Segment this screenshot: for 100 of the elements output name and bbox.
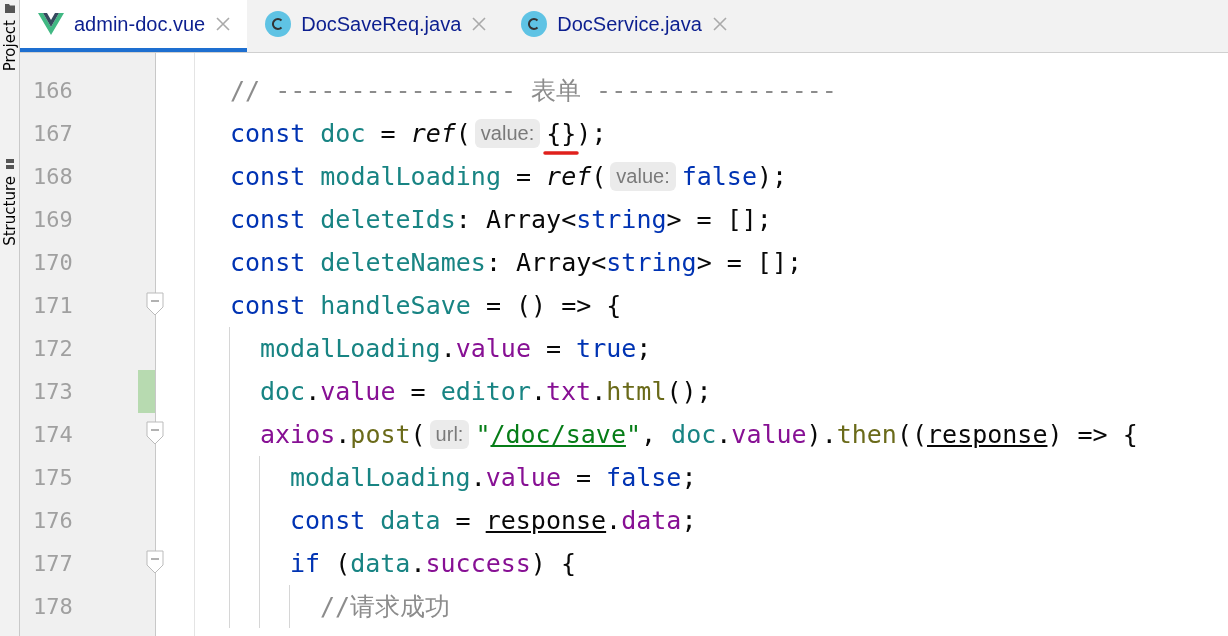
- structure-icon: [3, 158, 16, 170]
- code-token: true: [576, 334, 637, 363]
- line-number: 177: [33, 551, 73, 576]
- fold-icon[interactable]: [146, 292, 164, 316]
- code-token: .: [470, 463, 486, 492]
- code-token: .: [716, 420, 732, 449]
- line-number: 169: [33, 207, 73, 232]
- code-token: txt: [546, 377, 592, 406]
- tool-window-tab[interactable]: Project: [0, 2, 19, 72]
- code-token: axios: [260, 420, 336, 449]
- code-token: const: [230, 291, 307, 320]
- code-token: doc: [260, 377, 306, 406]
- code-token: .: [440, 334, 456, 363]
- code-token: (: [334, 549, 351, 578]
- code-token: .: [530, 377, 546, 406]
- code-token: ": [625, 420, 641, 449]
- code-token: value: [485, 463, 561, 492]
- code-token: deleteNames: [320, 248, 486, 277]
- code-token: then: [836, 420, 897, 449]
- code-token: = () => {: [484, 291, 622, 320]
- code-token: ) {: [530, 549, 576, 578]
- code-token: false: [681, 162, 757, 191]
- code-token: ;: [681, 506, 697, 535]
- code-token: doc: [320, 119, 366, 148]
- code-token: ;: [636, 334, 652, 363]
- code-token: post: [350, 420, 411, 449]
- code-token: data: [621, 506, 682, 535]
- close-icon[interactable]: [711, 16, 728, 32]
- code-token: > = [];: [666, 205, 772, 234]
- code-token: .: [410, 549, 426, 578]
- code-token: ,: [641, 420, 658, 449]
- editor-tab[interactable]: DocService.java: [503, 0, 744, 52]
- error-underline: [543, 150, 580, 156]
- code-token: //请求成功: [320, 591, 451, 623]
- code-token: // ---------------- 表单 ----------------: [230, 75, 837, 107]
- close-icon[interactable]: [471, 16, 488, 32]
- code-token: {}: [546, 119, 577, 148]
- code-token: ((: [896, 420, 928, 449]
- code-token: =: [575, 463, 593, 492]
- code-token: editor: [440, 377, 531, 406]
- code-token: modalLoading: [320, 162, 501, 191]
- code-token: const: [230, 248, 307, 277]
- close-icon[interactable]: [215, 16, 232, 32]
- code-token: value: [731, 420, 807, 449]
- line-number: 168: [33, 164, 73, 189]
- code-token: =: [379, 119, 397, 148]
- parameter-hint: value:: [610, 162, 676, 191]
- code-token: /doc/save: [490, 420, 626, 449]
- code-token: .: [606, 506, 622, 535]
- code-token: ": [475, 420, 491, 449]
- code-token: const: [230, 119, 307, 148]
- editor-tab[interactable]: DocSaveReq.java: [247, 0, 504, 52]
- line-number: 167: [33, 121, 73, 146]
- code-token: modalLoading: [260, 334, 441, 363]
- code-token: deleteIds: [320, 205, 456, 234]
- code-token: : Array<: [485, 248, 607, 277]
- code-token: value: [320, 377, 396, 406]
- code-token: =: [454, 506, 472, 535]
- vue-logo-icon: [38, 13, 64, 35]
- line-number: 178: [33, 594, 73, 619]
- fold-icon[interactable]: [146, 550, 164, 574]
- parameter-hint: url:: [429, 420, 470, 449]
- code-token: =: [545, 334, 563, 363]
- tool-window-tab[interactable]: Structure: [0, 158, 19, 246]
- code-token: html: [606, 377, 667, 406]
- code-token: data: [350, 549, 411, 578]
- line-number: 166: [33, 78, 73, 103]
- code-token: ref: [546, 162, 592, 191]
- code-token: ();: [666, 377, 712, 406]
- editor-tab[interactable]: admin-doc.vue: [20, 0, 248, 52]
- line-number: 175: [33, 465, 73, 490]
- code-token: const: [290, 506, 367, 535]
- code-token: > = [];: [696, 248, 802, 277]
- class-icon: [521, 11, 548, 37]
- code-token: const: [230, 162, 307, 191]
- code-token: .: [305, 377, 321, 406]
- line-number: 176: [33, 508, 73, 533]
- code-token: .: [591, 377, 607, 406]
- line-number: 174: [33, 422, 73, 447]
- code-token: ref: [410, 119, 456, 148]
- code-token: (: [410, 420, 426, 449]
- code-token: : Array<: [455, 205, 577, 234]
- code-token: doc: [671, 420, 717, 449]
- code-token: handleSave: [320, 291, 471, 320]
- code-token: false: [606, 463, 682, 492]
- line-number: 173: [33, 379, 73, 404]
- code-token: ).: [806, 420, 837, 449]
- code-token: response: [485, 506, 607, 535]
- code-token: if: [290, 549, 321, 578]
- fold-icon[interactable]: [146, 421, 164, 445]
- code-token: );: [756, 162, 788, 191]
- code-token: =: [409, 377, 427, 406]
- code-token: );: [576, 119, 607, 148]
- code-token: string: [576, 205, 667, 234]
- code-token: (: [455, 119, 471, 148]
- code-token: ;: [681, 463, 697, 492]
- class-icon: [265, 11, 292, 37]
- code-token: =: [515, 162, 533, 191]
- line-number: 171: [33, 293, 73, 318]
- code-token: data: [380, 506, 441, 535]
